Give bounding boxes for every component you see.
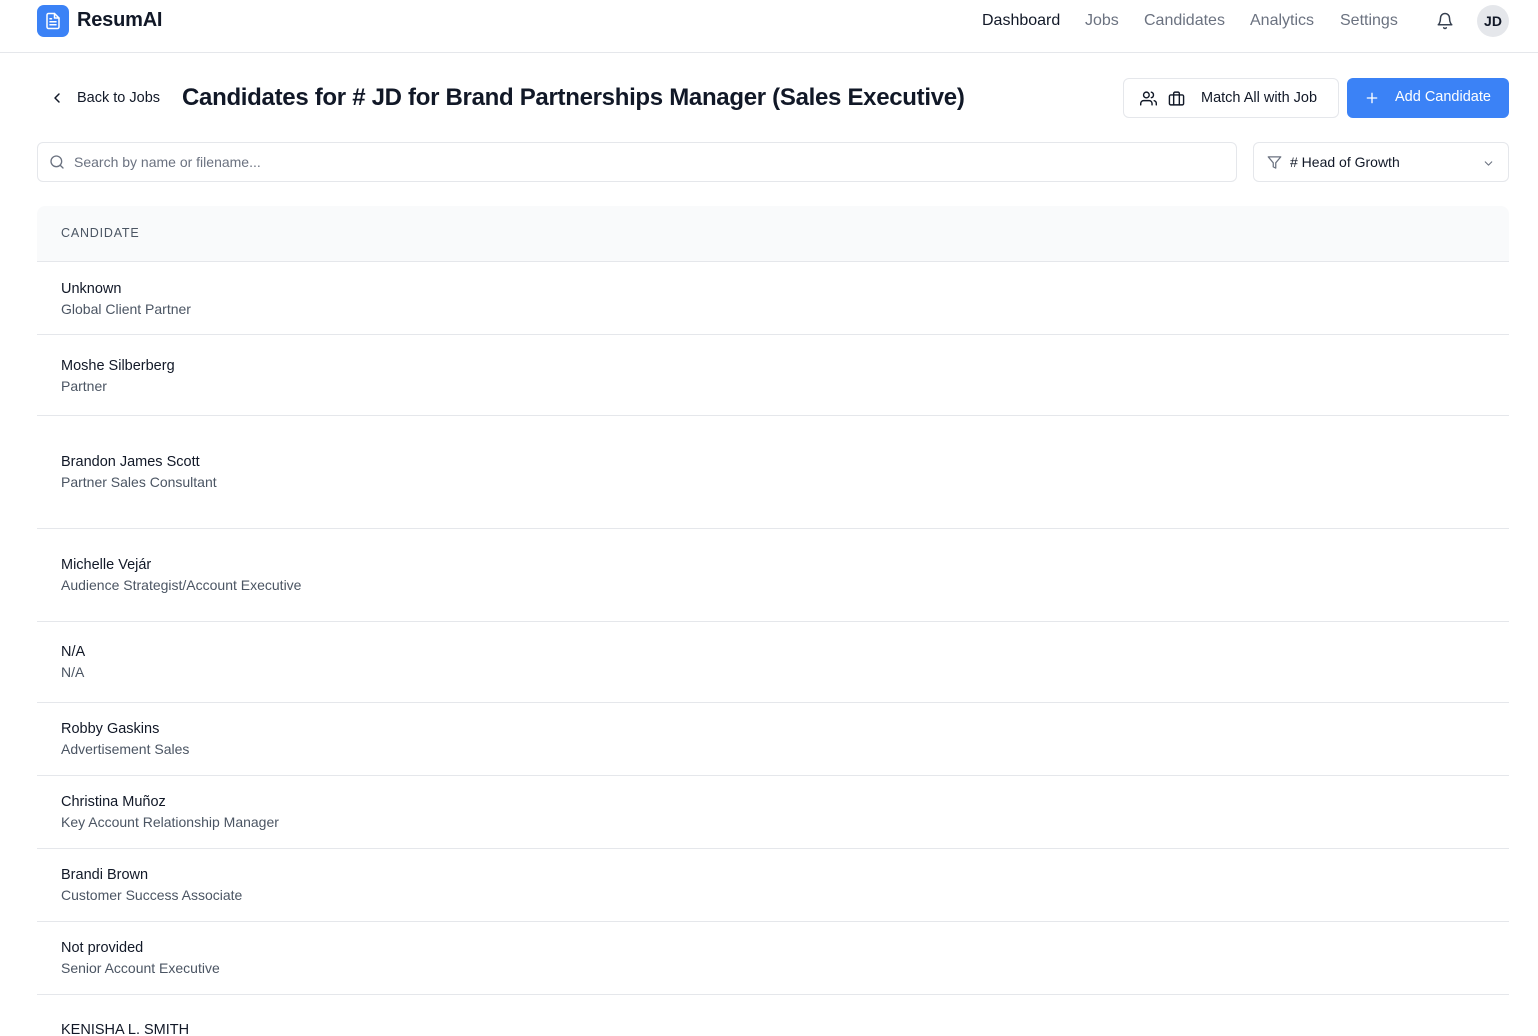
nav-link-dashboard[interactable]: Dashboard	[982, 12, 1060, 30]
table-row[interactable]: Christina Muñoz Key Account Relationship…	[37, 776, 1509, 849]
match-all-button[interactable]: Match All with Job	[1123, 78, 1339, 118]
table-header: CANDIDATE	[37, 206, 1509, 262]
column-header-candidate: CANDIDATE	[61, 226, 140, 240]
job-filter-value: # Head of Growth	[1290, 154, 1400, 170]
table-row[interactable]: N/A N/A	[37, 622, 1509, 703]
nav-link-candidates[interactable]: Candidates	[1144, 12, 1225, 30]
candidate-role: Partner	[61, 378, 107, 394]
table-row[interactable]: Robby Gaskins Advertisement Sales	[37, 703, 1509, 776]
candidate-role: Senior Account Executive	[61, 960, 220, 976]
candidate-name: Brandon James Scott	[61, 454, 200, 470]
candidate-role: Advertisement Sales	[61, 741, 190, 757]
candidate-name: KENISHA L. SMITH	[61, 1022, 190, 1036]
plus-icon	[1364, 90, 1380, 110]
candidates-table: CANDIDATE Unknown Global Client Partner …	[37, 206, 1509, 1036]
top-navbar: ResumAI Dashboard Jobs Candidates Analyt…	[0, 0, 1538, 53]
back-to-jobs-link[interactable]: Back to Jobs	[49, 86, 160, 110]
table-row[interactable]: Not provided Senior Account Executive	[37, 922, 1509, 995]
briefcase-icon	[1168, 90, 1185, 111]
user-avatar[interactable]: JD	[1477, 5, 1509, 37]
table-row[interactable]: Brandon James Scott Partner Sales Consul…	[37, 416, 1509, 529]
job-filter-select[interactable]: # Head of Growth	[1253, 142, 1509, 182]
candidate-name: Michelle Vejár	[61, 557, 152, 573]
candidate-role: Global Client Partner	[61, 301, 191, 317]
add-candidate-label: Add Candidate	[1395, 89, 1491, 105]
search-field	[37, 142, 1237, 182]
candidate-name: Moshe Silberberg	[61, 358, 175, 374]
filter-icon	[1267, 155, 1282, 175]
chevron-left-icon	[54, 93, 60, 103]
candidate-name: Christina Muñoz	[61, 794, 166, 810]
document-icon[interactable]	[37, 5, 69, 37]
nav-link-jobs[interactable]: Jobs	[1085, 12, 1119, 30]
search-input[interactable]	[74, 143, 1224, 181]
nav-link-analytics[interactable]: Analytics	[1250, 12, 1314, 30]
table-row[interactable]: KENISHA L. SMITH	[37, 995, 1509, 1036]
users-icon	[1140, 90, 1157, 111]
table-row[interactable]: Unknown Global Client Partner	[37, 262, 1509, 335]
candidate-role: Key Account Relationship Manager	[61, 814, 279, 830]
candidate-role: Audience Strategist/Account Executive	[61, 577, 302, 593]
candidate-name: Brandi Brown	[61, 867, 149, 883]
app-name[interactable]: ResumAI	[77, 9, 162, 32]
match-all-label: Match All with Job	[1201, 90, 1318, 106]
candidate-role: Partner Sales Consultant	[61, 474, 217, 490]
candidate-name: Robby Gaskins	[61, 721, 160, 737]
page-title: Candidates for # JD for Brand Partnershi…	[182, 84, 965, 111]
table-row[interactable]: Moshe Silberberg Partner	[37, 335, 1509, 416]
candidate-name: N/A	[61, 644, 86, 660]
candidate-name: Not provided	[61, 940, 144, 956]
bell-icon[interactable]	[1436, 12, 1454, 30]
candidate-role: N/A	[61, 664, 85, 680]
table-row[interactable]: Brandi Brown Customer Success Associate	[37, 849, 1509, 922]
chevron-down-icon	[1482, 157, 1495, 175]
add-candidate-button[interactable]: Add Candidate	[1347, 78, 1509, 118]
back-to-jobs-label: Back to Jobs	[77, 90, 161, 106]
candidate-role: Customer Success Associate	[61, 887, 243, 903]
search-icon	[49, 154, 65, 175]
candidate-name: Unknown	[61, 281, 122, 297]
nav-link-settings[interactable]: Settings	[1340, 12, 1398, 30]
table-row[interactable]: Michelle Vejár Audience Strategist/Accou…	[37, 529, 1509, 622]
